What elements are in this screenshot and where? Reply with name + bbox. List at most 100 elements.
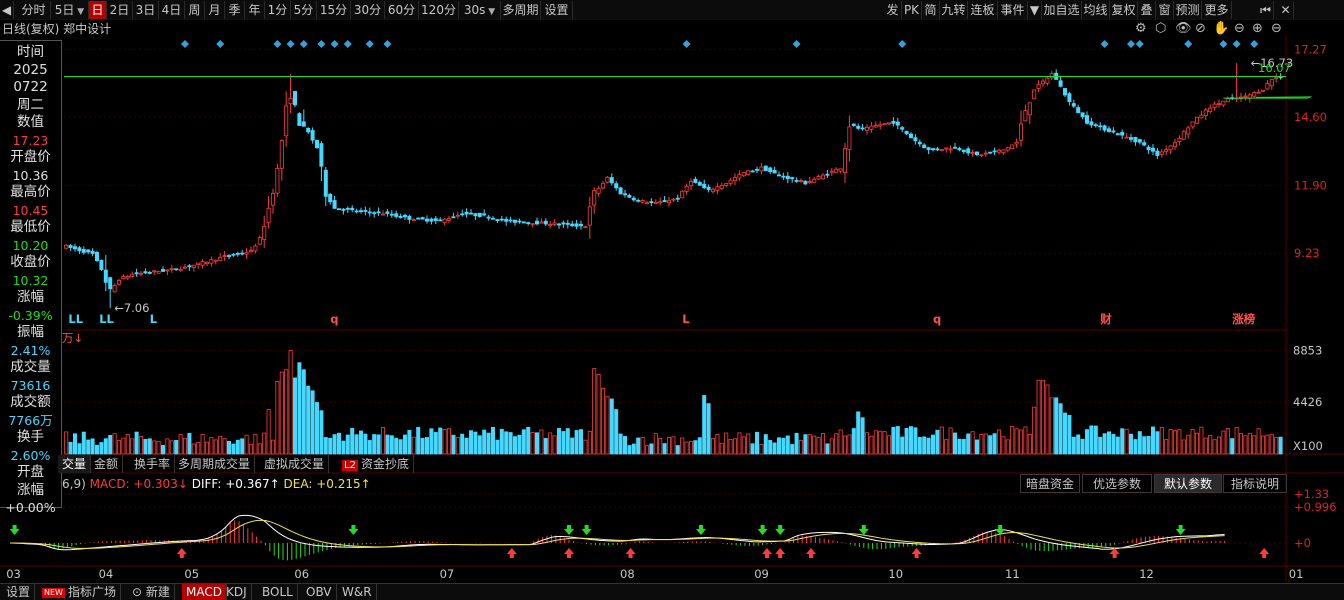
buy-arrow-icon[interactable] xyxy=(625,548,636,558)
volume-bar xyxy=(1243,435,1248,455)
sell-arrow-icon[interactable] xyxy=(9,525,20,535)
sell-arrow-icon[interactable] xyxy=(775,525,786,535)
candle-body xyxy=(394,213,399,217)
volume-tab[interactable]: 虚拟成交量 xyxy=(260,455,330,473)
indicator-param-tab[interactable]: 指标说明 xyxy=(1223,474,1287,493)
event-diamond-icon[interactable] xyxy=(792,40,801,48)
indicator-param-tab[interactable]: 默认参数 xyxy=(1154,474,1222,493)
candle-body xyxy=(134,272,139,275)
event-marker[interactable]: L xyxy=(682,312,690,326)
sell-arrow-icon[interactable] xyxy=(757,525,768,535)
event-marker[interactable]: 涨榜 xyxy=(1232,312,1255,326)
event-diamond-icon[interactable] xyxy=(1219,40,1228,48)
sell-arrow-icon[interactable] xyxy=(348,525,359,535)
volume-bar xyxy=(759,443,764,455)
volume-bar xyxy=(530,432,535,455)
indicator-tab-label: 设置 xyxy=(6,585,31,599)
event-diamond-icon[interactable] xyxy=(1127,40,1135,48)
sell-arrow-icon[interactable] xyxy=(696,525,706,535)
volume-bar xyxy=(402,434,407,455)
candle-body xyxy=(433,218,438,221)
volume-bar xyxy=(134,431,139,455)
event-marker[interactable]: 财 xyxy=(1099,312,1112,326)
buy-arrow-icon[interactable] xyxy=(506,548,517,558)
event-diamond-icon[interactable] xyxy=(383,40,392,48)
candle-body xyxy=(420,217,425,220)
sell-arrow-icon[interactable] xyxy=(1175,525,1186,535)
candle-body xyxy=(257,237,262,245)
event-diamond-icon[interactable] xyxy=(1250,40,1259,48)
event-marker[interactable]: L xyxy=(150,312,158,326)
volume-tab[interactable]: 换手率 xyxy=(130,455,176,473)
indicator-tab[interactable]: MACD xyxy=(182,584,227,600)
event-diamond-icon[interactable] xyxy=(317,40,326,48)
candle-body xyxy=(1023,110,1028,122)
volume-bar xyxy=(1265,434,1270,455)
volume-bar xyxy=(781,437,786,455)
candle-body xyxy=(350,207,355,211)
event-diamond-icon[interactable] xyxy=(898,40,907,48)
event-diamond-icon[interactable] xyxy=(1232,40,1241,48)
buy-arrow-icon[interactable] xyxy=(911,548,922,558)
volume-tab[interactable]: 交量 xyxy=(58,455,92,473)
event-diamond-icon[interactable] xyxy=(216,40,225,48)
volume-bar xyxy=(1041,379,1046,455)
event-diamond-icon[interactable] xyxy=(273,40,282,48)
buy-arrow-icon[interactable] xyxy=(806,548,816,558)
event-diamond-icon[interactable] xyxy=(330,40,339,48)
volume-bar xyxy=(411,436,416,455)
event-diamond-icon[interactable] xyxy=(286,40,295,48)
indicator-tab[interactable]: NEW 指标广场 xyxy=(38,584,121,600)
indicator-tab[interactable]: W&R xyxy=(338,584,377,600)
candle-body xyxy=(121,276,126,280)
event-marker[interactable]: LL xyxy=(99,312,114,326)
event-diamond-icon[interactable] xyxy=(365,40,374,48)
volume-tab[interactable]: L2 资金抄底 xyxy=(338,455,414,473)
buy-arrow-icon[interactable] xyxy=(176,548,187,558)
buy-arrow-icon[interactable] xyxy=(1259,548,1270,558)
candle-body xyxy=(490,217,495,220)
info-value: 周二 xyxy=(17,96,44,113)
volume-bar xyxy=(196,442,201,455)
candle-body xyxy=(209,259,214,264)
event-diamond-icon[interactable] xyxy=(1184,40,1193,48)
indicator-tab[interactable]: 设置 xyxy=(2,584,36,600)
event-marker[interactable]: LL xyxy=(68,312,83,326)
candle-body xyxy=(306,127,311,133)
volume-bar xyxy=(169,440,174,455)
candle-body xyxy=(477,212,482,217)
sell-arrow-icon[interactable] xyxy=(564,525,574,535)
event-diamond-icon[interactable] xyxy=(343,40,352,48)
candlestick-chart[interactable]: 17.2714.6011.909.23←16.73←7.0616.07LL LL L… xyxy=(0,0,1344,600)
event-marker[interactable]: q xyxy=(933,312,941,326)
sell-arrow-icon[interactable] xyxy=(858,525,869,535)
event-diamond-icon[interactable] xyxy=(682,40,691,48)
indicator-tab[interactable]: KDJ xyxy=(222,584,252,600)
indicator-tab[interactable]: BOLL xyxy=(258,584,298,600)
month-label: 01 xyxy=(1289,567,1304,581)
volume-bar xyxy=(108,434,113,455)
info-label: 开盘价 xyxy=(10,149,51,165)
volume-bar xyxy=(975,439,980,455)
event-diamond-icon[interactable] xyxy=(181,40,189,48)
candle-body xyxy=(86,249,91,253)
buy-arrow-icon[interactable] xyxy=(762,548,772,558)
candle-body xyxy=(904,130,909,135)
indicator-tab[interactable]: ⊙ 新建 xyxy=(128,584,175,600)
buy-arrow-icon[interactable] xyxy=(775,548,786,558)
indicator-param-tab[interactable]: 优选参数 xyxy=(1082,474,1152,493)
buy-arrow-icon[interactable] xyxy=(564,548,574,558)
event-diamond-icon[interactable] xyxy=(299,40,308,48)
candle-body xyxy=(693,178,698,183)
event-diamond-icon[interactable] xyxy=(1100,40,1109,48)
indicator-param-tab[interactable]: 暗盘资金 xyxy=(1020,474,1080,493)
volume-tab[interactable]: 多周期成交量 xyxy=(174,455,256,473)
indicator-tab[interactable]: OBV xyxy=(302,584,337,600)
event-marker[interactable]: q xyxy=(330,312,338,326)
volume-tab[interactable]: 金额 xyxy=(90,455,124,473)
event-diamond-icon[interactable] xyxy=(1135,40,1144,48)
volume-bar xyxy=(160,444,165,455)
candle-body xyxy=(517,220,522,223)
candle-body xyxy=(570,223,575,227)
sell-arrow-icon[interactable] xyxy=(581,525,592,535)
